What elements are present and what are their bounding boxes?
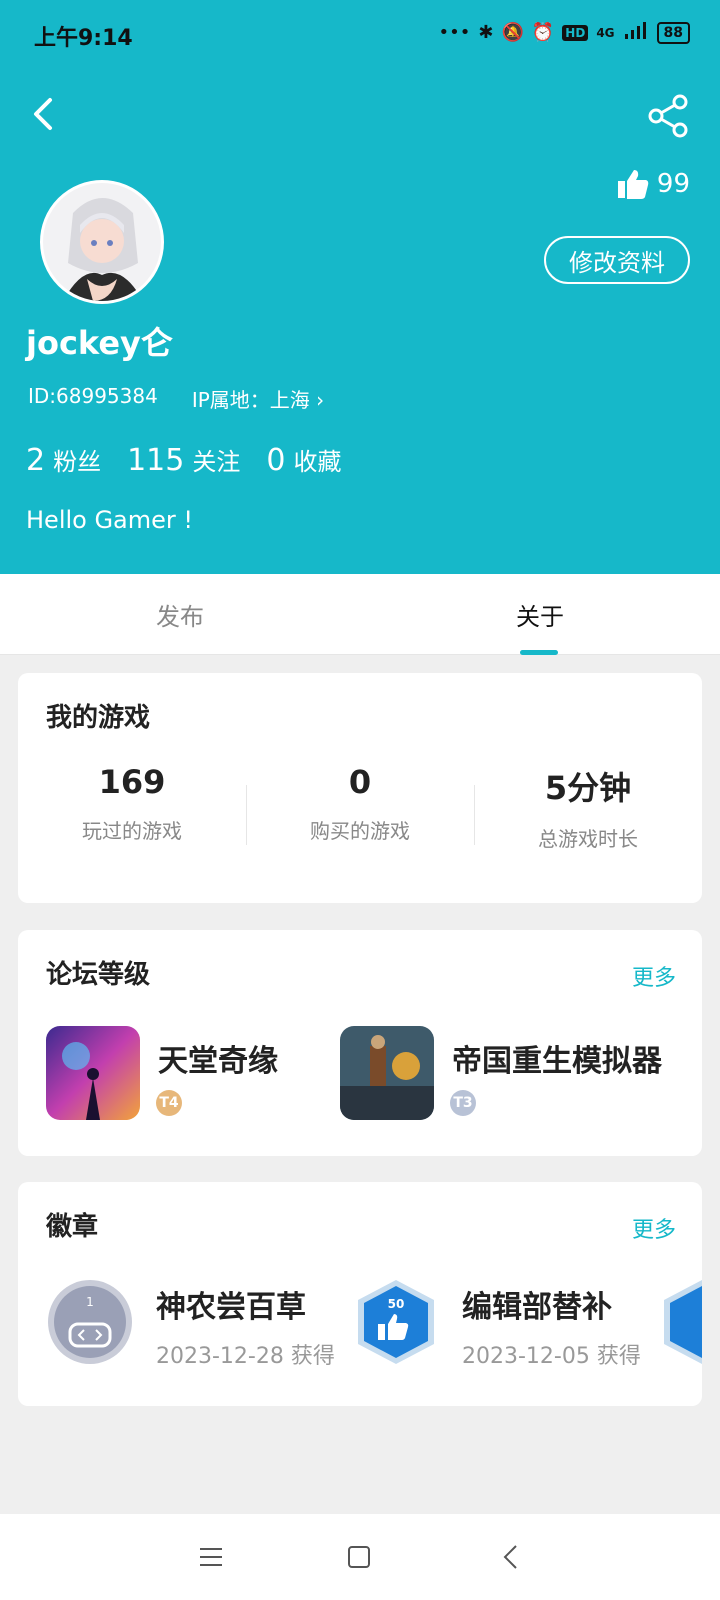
status-time: 上午9:14 xyxy=(34,26,133,51)
thumbs-up-badge-icon: 50 xyxy=(358,1280,434,1364)
alarm-icon: ⏰ xyxy=(531,22,555,43)
bio-text: Hello Gamer ! xyxy=(26,506,194,534)
status-icons: ••• ✱ 🔕 ⏰ HD 4G 88 xyxy=(438,20,690,45)
more-dots-icon: ••• xyxy=(438,22,471,43)
back-button[interactable] xyxy=(26,94,66,134)
thumbs-up-icon xyxy=(617,170,649,199)
stat-value: 5分钟 xyxy=(544,769,632,807)
bluetooth-icon: ✱ xyxy=(478,22,494,43)
active-tab-indicator xyxy=(520,650,558,655)
battery-icon: 88 xyxy=(656,21,690,44)
more-link[interactable]: 更多 xyxy=(632,1212,676,1244)
share-icon xyxy=(648,94,688,138)
my-games-card: 我的游戏 169 玩过的游戏 0 购买的游戏 5分钟 总游戏时长 xyxy=(18,673,702,903)
forum-item[interactable]: 天堂奇缘 T4 xyxy=(46,1026,278,1120)
signal-icon xyxy=(623,20,649,45)
chevron-left-icon xyxy=(34,98,52,130)
menu-icon[interactable] xyxy=(198,1544,224,1570)
playtime-stat[interactable]: 5分钟 总游戏时长 xyxy=(474,763,702,852)
profile-header: 上午9:14 ••• ✱ 🔕 ⏰ HD 4G 88 99 修改资料 jockey… xyxy=(0,0,720,574)
stat-label: 总游戏时长 xyxy=(538,827,638,851)
user-id: ID:68995384 xyxy=(28,384,158,408)
badge-date: 2023-12-28 获得 xyxy=(156,1344,335,1369)
hd-icon: HD xyxy=(562,24,589,41)
stat-followers[interactable]: 2 粉丝 xyxy=(26,442,101,478)
id-row: ID:68995384 IP属地：上海 › xyxy=(28,384,324,413)
stat-label: 关注 xyxy=(192,448,241,476)
card-title: 我的游戏 xyxy=(46,703,151,733)
badge-number: 1 xyxy=(86,1295,94,1309)
social-stats: 2 粉丝 115 关注 0 收藏 xyxy=(26,442,341,478)
stat-value: 115 xyxy=(127,443,185,478)
home-icon[interactable] xyxy=(346,1544,372,1570)
ip-location-link[interactable]: IP属地：上海 › xyxy=(192,384,324,413)
stat-value: 169 xyxy=(98,763,166,801)
stat-value: 2 xyxy=(26,443,46,478)
stat-label: 粉丝 xyxy=(53,448,102,476)
mute-bell-icon: 🔕 xyxy=(501,22,524,43)
badge-name: 神农尝百草 xyxy=(156,1290,306,1325)
stat-label: 玩过的游戏 xyxy=(82,819,182,843)
badges-card: 徽章 更多 1 神农尝百草 2023-12-28 获得 50 编辑部替补 202… xyxy=(18,1182,702,1406)
likes-count: 99 xyxy=(656,169,690,199)
username: jockey仑 xyxy=(26,324,173,362)
partial-badge-icon xyxy=(664,1280,702,1364)
purchased-games-stat[interactable]: 0 购买的游戏 xyxy=(246,763,474,844)
back-nav-icon[interactable] xyxy=(498,1542,524,1572)
badge-number: 50 xyxy=(388,1297,405,1311)
stat-value: 0 xyxy=(348,763,372,801)
tab-about[interactable]: 关于 xyxy=(360,574,720,654)
avatar-image xyxy=(43,183,161,301)
avatar[interactable] xyxy=(40,180,164,304)
card-title: 徽章 xyxy=(46,1212,99,1242)
more-link[interactable]: 更多 xyxy=(632,960,676,992)
stat-favorites[interactable]: 0 收藏 xyxy=(266,442,341,478)
played-games-stat[interactable]: 169 玩过的游戏 xyxy=(18,763,246,844)
system-nav-bar xyxy=(0,1514,720,1600)
card-title: 论坛等级 xyxy=(46,960,151,990)
status-bar: 上午9:14 ••• ✱ 🔕 ⏰ HD 4G 88 xyxy=(0,0,720,70)
game-thumbnail xyxy=(340,1026,434,1120)
badge-date: 2023-12-05 获得 xyxy=(462,1344,641,1369)
game-name: 帝国重生模拟器 xyxy=(452,1044,662,1079)
stat-following[interactable]: 115 关注 xyxy=(127,442,240,478)
share-button[interactable] xyxy=(646,94,690,138)
forum-level-card: 论坛等级 更多 天堂奇缘 T4 帝国重生模拟器 T3 xyxy=(18,930,702,1156)
stat-label: 收藏 xyxy=(293,448,342,476)
level-badge: T3 xyxy=(450,1090,476,1116)
network-label: 4G xyxy=(596,25,615,40)
stat-value: 0 xyxy=(266,443,286,478)
level-badge: T4 xyxy=(156,1090,182,1116)
badge-name: 编辑部替补 xyxy=(462,1290,612,1325)
tab-bar: 发布 关于 xyxy=(0,574,720,655)
game-thumbnail xyxy=(46,1026,140,1120)
gamepad-badge-icon: 1 xyxy=(48,1280,132,1364)
tab-publish[interactable]: 发布 xyxy=(0,574,360,654)
forum-item[interactable]: 帝国重生模拟器 T3 xyxy=(340,1026,662,1120)
stat-label: 购买的游戏 xyxy=(310,819,410,843)
likes-counter[interactable]: 99 xyxy=(617,168,690,200)
edit-profile-button[interactable]: 修改资料 xyxy=(544,236,690,284)
